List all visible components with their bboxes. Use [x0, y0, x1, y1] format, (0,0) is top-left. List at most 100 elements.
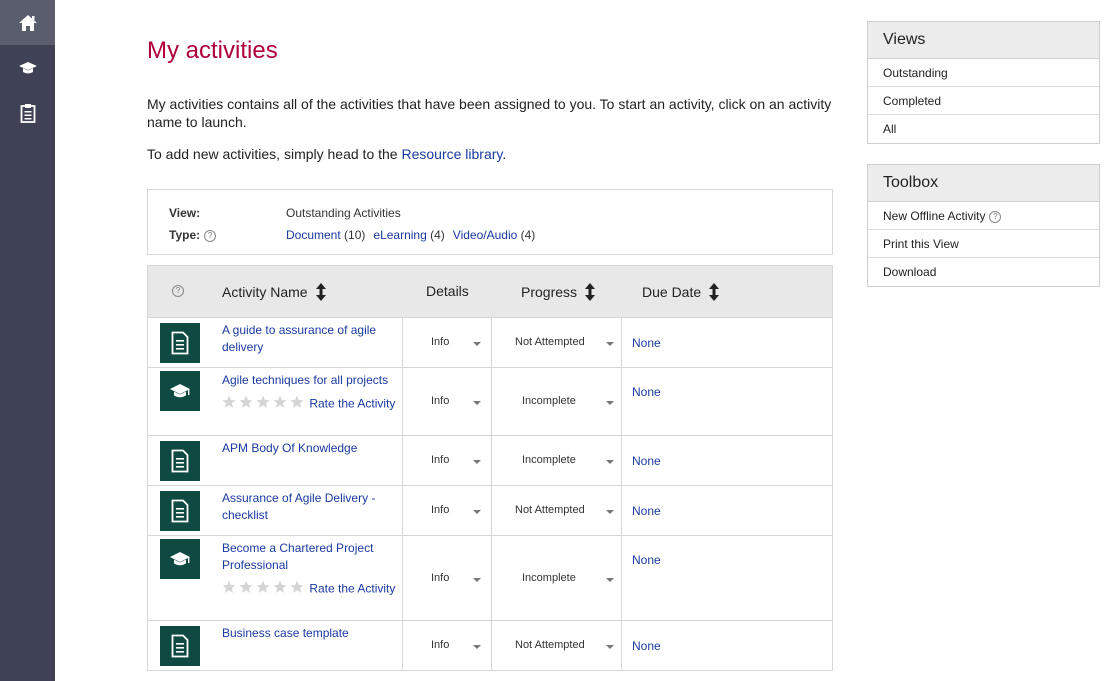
progress-dropdown-label: Not Attempted — [515, 336, 585, 348]
views-panel-title: Views — [868, 22, 1099, 59]
header-due-date-label: Due Date — [642, 284, 702, 301]
progress-dropdown[interactable]: Not Attempted — [492, 621, 621, 671]
graduation-cap-icon — [18, 61, 38, 75]
star-rating[interactable] — [222, 395, 306, 414]
rate-activity-link[interactable]: Rate the Activity — [309, 582, 395, 596]
page-title: My activities — [147, 37, 278, 64]
sort-icon[interactable] — [709, 283, 720, 304]
view-value: Outstanding Activities — [286, 206, 401, 220]
due-date: None — [632, 639, 661, 653]
rate-activity-link[interactable]: Rate the Activity — [309, 397, 395, 411]
activities-table: ? Activity Name Details Progress Due Dat… — [147, 265, 833, 671]
view-completed[interactable]: Completed — [868, 87, 1099, 115]
header-due-date[interactable]: Due Date — [642, 283, 720, 304]
chevron-down-icon — [606, 578, 614, 582]
new-offline-activity[interactable]: New Offline Activity? — [868, 202, 1099, 230]
details-dropdown[interactable]: Info — [403, 486, 491, 536]
table-row: Become a Chartered Project Professional … — [148, 536, 832, 621]
details-dropdown-label: Info — [431, 395, 450, 407]
header-details: Details — [426, 283, 469, 299]
chevron-down-icon — [473, 401, 481, 405]
details-dropdown-label: Info — [431, 454, 450, 466]
activity-name-link[interactable]: A guide to assurance of agile delivery — [222, 323, 376, 354]
details-dropdown-label: Info — [431, 572, 450, 584]
progress-dropdown-label: Incomplete — [522, 395, 576, 407]
progress-dropdown[interactable]: Not Attempted — [492, 486, 621, 536]
sort-icon[interactable] — [585, 283, 596, 304]
table-body: A guide to assurance of agile delivery In… — [148, 318, 832, 671]
details-dropdown[interactable]: Info — [403, 436, 491, 486]
activity-name-link[interactable]: Become a Chartered Project Professional — [222, 541, 373, 572]
due-date: None — [632, 504, 661, 518]
due-date: None — [632, 454, 661, 468]
header-progress[interactable]: Progress — [521, 283, 596, 304]
table-header: ? Activity Name Details Progress Due Dat… — [148, 266, 832, 318]
activity-name-link[interactable]: Business case template — [222, 626, 349, 640]
column-divider — [621, 621, 622, 670]
chevron-down-icon — [606, 401, 614, 405]
header-activity-name[interactable]: Activity Name — [222, 283, 326, 304]
progress-dropdown[interactable]: Not Attempted — [492, 318, 621, 368]
details-dropdown[interactable]: Info — [403, 621, 491, 671]
view-outstanding[interactable]: Outstanding — [868, 59, 1099, 87]
details-dropdown[interactable]: Info — [403, 536, 491, 621]
type-filter-elearning[interactable]: eLearning (4) — [373, 228, 444, 242]
toolbox-panel-title: Toolbox — [868, 165, 1099, 202]
type-filter-label: Video/Audio — [452, 228, 518, 242]
chevron-down-icon — [606, 645, 614, 649]
view-all[interactable]: All — [868, 115, 1099, 143]
progress-dropdown[interactable]: Incomplete — [492, 368, 621, 436]
help-icon[interactable]: ? — [989, 210, 1002, 223]
progress-dropdown-label: Incomplete — [522, 454, 576, 466]
graduation-cap-icon — [160, 539, 200, 579]
nav-activities[interactable] — [0, 90, 55, 135]
nav-learning[interactable] — [0, 45, 55, 90]
table-row: A guide to assurance of agile delivery In… — [148, 318, 832, 368]
document-icon — [160, 491, 200, 531]
nav-home[interactable] — [0, 0, 55, 45]
intro2-prefix: To add new activities, simply head to th… — [147, 146, 402, 162]
progress-dropdown-label: Not Attempted — [515, 639, 585, 651]
activity-name-cell: Business case template — [222, 625, 398, 642]
chevron-down-icon — [473, 460, 481, 464]
activity-name-cell: A guide to assurance of agile delivery — [222, 322, 398, 356]
activity-name-cell: APM Body Of Knowledge — [222, 440, 398, 457]
progress-dropdown-label: Not Attempted — [515, 504, 585, 516]
table-row: Assurance of Agile Delivery - checklist I… — [148, 486, 832, 536]
document-icon — [160, 441, 200, 481]
print-this-view[interactable]: Print this View — [868, 230, 1099, 258]
help-icon[interactable]: ? — [172, 285, 184, 297]
progress-dropdown[interactable]: Incomplete — [492, 436, 621, 486]
document-icon — [160, 323, 200, 363]
intro2-suffix: . — [502, 146, 507, 162]
activity-name-link[interactable]: APM Body Of Knowledge — [222, 441, 357, 455]
progress-dropdown[interactable]: Incomplete — [492, 536, 621, 621]
column-divider — [621, 486, 622, 535]
intro-text: My activities contains all of the activi… — [147, 96, 832, 130]
details-dropdown-label: Info — [431, 639, 450, 651]
download[interactable]: Download — [868, 258, 1099, 286]
chevron-down-icon — [606, 460, 614, 464]
header-activity-name-label: Activity Name — [222, 284, 308, 301]
details-dropdown[interactable]: Info — [403, 368, 491, 436]
chevron-down-icon — [473, 645, 481, 649]
left-nav — [0, 0, 55, 681]
intro-text-2: To add new activities, simply head to th… — [147, 146, 506, 162]
details-dropdown[interactable]: Info — [403, 318, 491, 368]
help-icon[interactable]: ? — [204, 229, 217, 242]
home-icon — [18, 14, 38, 32]
activity-name-link[interactable]: Agile techniques for all projects — [222, 373, 388, 387]
resource-library-link[interactable]: Resource library — [401, 146, 502, 162]
table-row: Agile techniques for all projects Rate t… — [148, 368, 832, 436]
column-divider — [621, 536, 622, 620]
table-row: APM Body Of Knowledge Info Incomplete None — [148, 436, 832, 486]
activity-name-link[interactable]: Assurance of Agile Delivery - checklist — [222, 491, 375, 522]
column-divider — [621, 436, 622, 485]
sort-icon[interactable] — [315, 283, 326, 304]
clipboard-icon — [20, 103, 36, 123]
details-dropdown-label: Info — [431, 336, 450, 348]
type-filter-video-audio[interactable]: Video/Audio (4) — [453, 228, 536, 242]
star-rating[interactable] — [222, 580, 306, 599]
column-divider — [621, 368, 622, 435]
type-filter-document[interactable]: Document (10) — [286, 228, 365, 242]
